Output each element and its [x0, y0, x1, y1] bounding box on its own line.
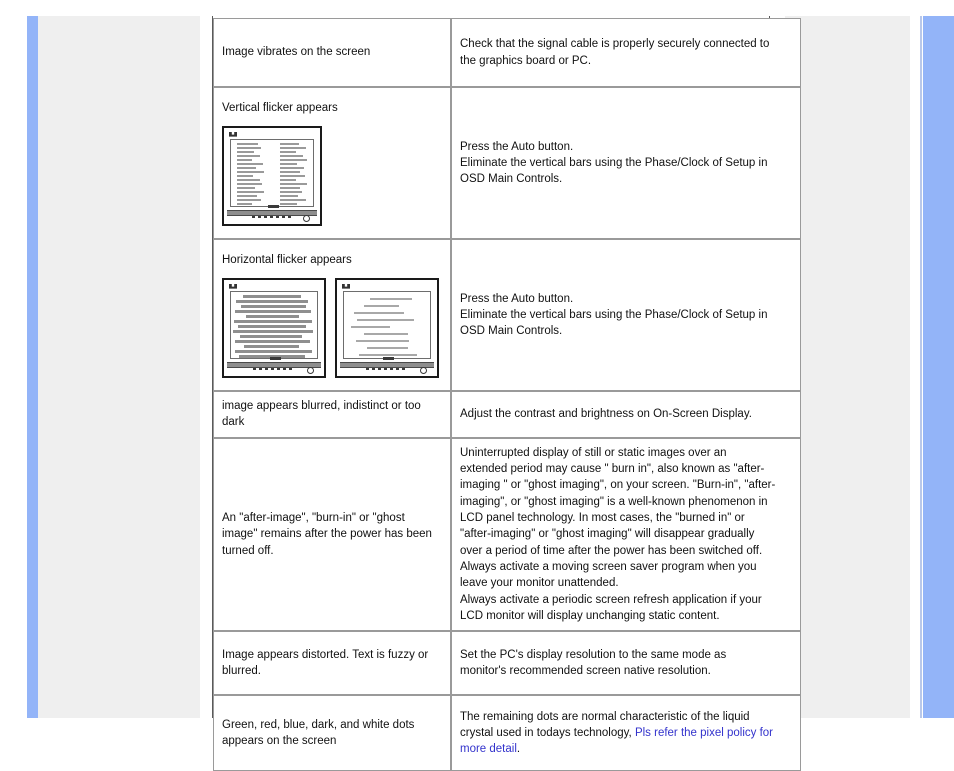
- solution-line: Check that the signal cable is properly …: [460, 38, 770, 51]
- solution-line: LCD panel technology. In most cases, the…: [460, 511, 745, 524]
- symptom-text: Image appears distorted. Text is fuzzy o…: [222, 648, 429, 678]
- solution-line: imaging " or "ghost imaging", on your sc…: [460, 479, 776, 492]
- monitor-screen: [230, 290, 318, 359]
- monitor-bezel-logo: [341, 284, 433, 290]
- solution-line: Always activate a moving screen saver pr…: [460, 560, 757, 573]
- troubleshooting-table: Image vibrates on the screen Check that …: [213, 18, 801, 771]
- symptom-cell-image-blurred: image appears blurred, indistinct or too…: [213, 391, 451, 438]
- symptom-cell-image-vibrates: Image vibrates on the screen: [213, 18, 451, 87]
- solution-line: "after-imaging" or "ghost imaging" will …: [460, 528, 755, 541]
- table-row: An "after-image", "burn-in" or "ghost im…: [213, 437, 801, 632]
- table-row: Green, red, blue, dark, and white dots a…: [213, 695, 801, 771]
- solution-line: Set the PC's display resolution to the s…: [460, 648, 727, 661]
- monitor-base: [340, 356, 434, 374]
- table-row: image appears blurred, indistinct or too…: [213, 391, 801, 438]
- solution-line: imaging", or "ghost imaging" is a well-k…: [460, 495, 768, 508]
- thumbnail-group: [222, 277, 442, 378]
- symptom-text: An "after-image", "burn-in" or "ghost im…: [222, 511, 432, 557]
- symptom-text: Horizontal flicker appears: [222, 254, 352, 267]
- solution-line: The remaining dots are normal characteri…: [460, 710, 750, 723]
- solution-cell-image-blurred: Adjust the contrast and brightness on On…: [451, 391, 801, 438]
- monitor-horizontal-clean-icon: [335, 277, 439, 378]
- solution-line: Press the Auto button.: [460, 140, 574, 153]
- solution-cell-image-distorted: Set the PC's display resolution to the s…: [451, 631, 801, 696]
- monitor-screen: [230, 138, 314, 207]
- solution-line: Press the Auto button.: [460, 292, 574, 305]
- solution-line: Always activate a periodic screen refres…: [460, 593, 762, 606]
- right-sidebar-panel: [785, 16, 910, 718]
- symptom-text: image appears blurred, indistinct or too…: [222, 400, 421, 429]
- left-accent-bar: [27, 16, 38, 718]
- symptom-text: Vertical flicker appears: [222, 102, 338, 115]
- solution-line: extended period may cause " burn in", al…: [460, 462, 765, 475]
- solution-line: crystal used in todays technology,: [460, 727, 635, 740]
- monitor-bezel-logo: [228, 284, 320, 290]
- solution-tail: .: [516, 743, 521, 756]
- monitor-base: [227, 356, 321, 374]
- right-accent-bar: [923, 16, 954, 718]
- solution-line: Eliminate the vertical bars using the Ph…: [460, 156, 768, 169]
- symptom-cell-colored-dots: Green, red, blue, dark, and white dots a…: [213, 695, 451, 771]
- solution-cell-horizontal-flicker: Press the Auto button. Eliminate the ver…: [451, 239, 801, 391]
- monitor-screen: [343, 290, 431, 359]
- symptom-text: Image vibrates on the screen: [222, 46, 371, 59]
- solution-line: LCD monitor will display unchanging stat…: [460, 609, 720, 622]
- solution-line: Adjust the contrast and brightness on On…: [460, 408, 752, 421]
- solution-cell-after-image: Uninterrupted display of still or static…: [451, 437, 801, 632]
- solution-line: leave your monitor unattended.: [460, 577, 619, 590]
- right-divider-line: [920, 16, 922, 718]
- main-content-area: Image vibrates on the screen Check that …: [212, 16, 801, 771]
- monitor-vertical-bars-icon: [222, 125, 322, 226]
- thumbnail-group: [222, 125, 442, 226]
- monitor-horizontal-distorted-icon: [222, 277, 326, 378]
- solution-line: over a period of time after the power ha…: [460, 544, 763, 557]
- solution-line: the graphics board or PC.: [460, 54, 592, 67]
- solution-line: Eliminate the vertical bars using the Ph…: [460, 308, 768, 321]
- symptom-cell-vertical-flicker: Vertical flicker appears: [213, 87, 451, 239]
- symptom-cell-after-image: An "after-image", "burn-in" or "ghost im…: [213, 437, 451, 632]
- monitor-bezel-logo: [228, 132, 316, 138]
- table-row: Image vibrates on the screen Check that …: [213, 18, 801, 87]
- symptom-cell-image-distorted: Image appears distorted. Text is fuzzy o…: [213, 631, 451, 696]
- left-sidebar-panel: [38, 16, 200, 718]
- solution-cell-colored-dots: The remaining dots are normal characteri…: [451, 695, 801, 771]
- solution-line: monitor's recommended screen native reso…: [460, 665, 711, 678]
- table-row: Image appears distorted. Text is fuzzy o…: [213, 631, 801, 696]
- solution-line: Uninterrupted display of still or static…: [460, 446, 727, 459]
- solution-line: OSD Main Controls.: [460, 325, 563, 338]
- table-row: Horizontal flicker appears Press the Aut…: [213, 239, 801, 391]
- solution-cell-image-vibrates: Check that the signal cable is properly …: [451, 18, 801, 87]
- table-row: Vertical flicker appears Press the Auto …: [213, 87, 801, 239]
- monitor-base: [227, 204, 317, 222]
- symptom-text: Green, red, blue, dark, and white dots a…: [222, 718, 415, 748]
- symptom-cell-horizontal-flicker: Horizontal flicker appears: [213, 239, 451, 391]
- solution-cell-vertical-flicker: Press the Auto button. Eliminate the ver…: [451, 87, 801, 239]
- solution-line: OSD Main Controls.: [460, 173, 563, 186]
